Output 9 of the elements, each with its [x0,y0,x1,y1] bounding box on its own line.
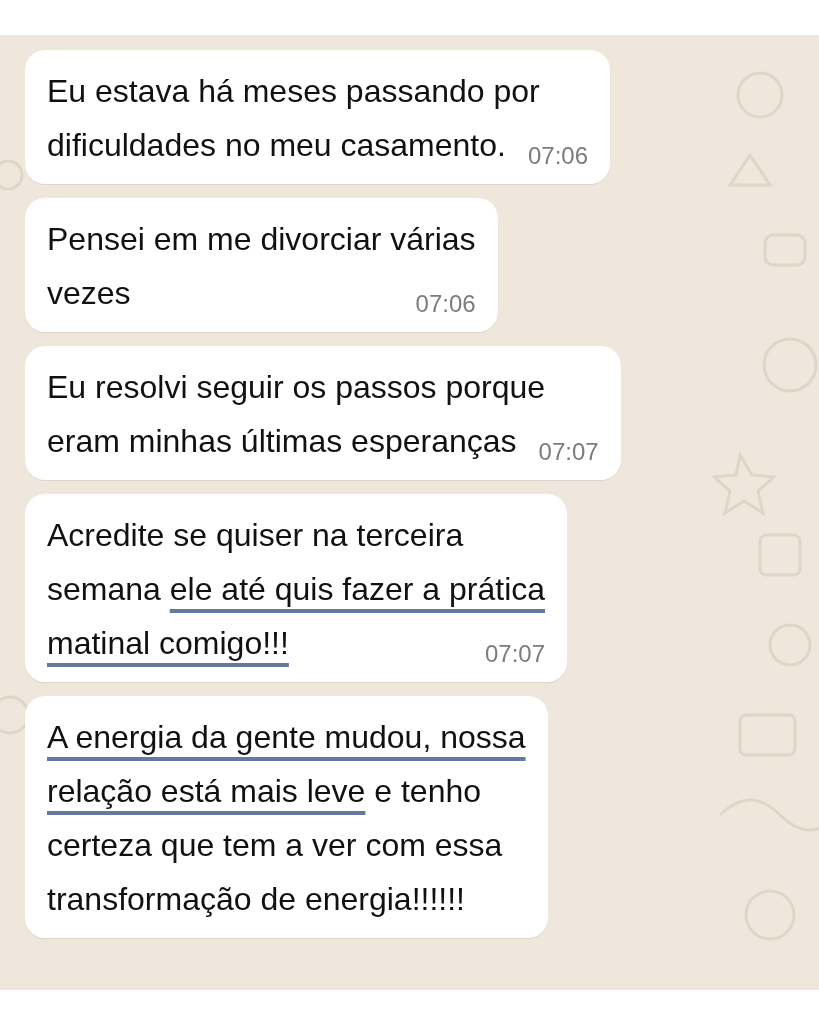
message-text: Eu resolvi seguir os passos porque eram minhas últimas esperanças 07:07 [47,368,599,468]
message-text: Pensei em me divorciar várias vezes 07:06 [47,220,476,320]
message-time: 07:07 [485,640,546,668]
message-text: A energia da gente mudou, nossa relação está mais leve e tenho certeza que tem a ver com essa transformação de energia!!!!!! [47,718,526,919]
message-text: Eu estava há meses passando por dificuldades no meu casamento. 07:06 [47,72,588,172]
message-time: 07:06 [415,290,476,318]
message-time: 07:06 [527,142,588,170]
message-time: 07:07 [538,438,599,466]
message-text: Acredite se quiser na terceira semana ele até quis fazer a prática matinal comigo!!! 07:07 [47,516,546,670]
